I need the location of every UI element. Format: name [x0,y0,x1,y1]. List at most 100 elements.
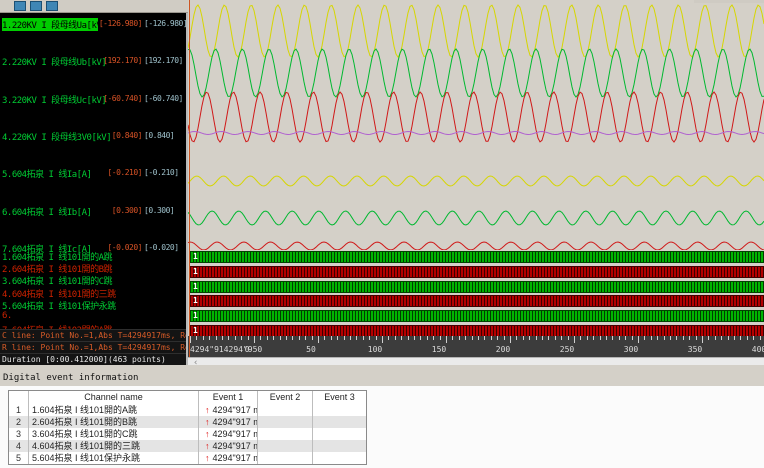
time-axis-ruler: 4294"914294"950 0 50 100 150 200 250 300 350 400 [188,336,764,357]
event1-time: 4294"917 ms [212,417,258,427]
ruler-tick [759,336,761,340]
cursor-value-r: [-0.210] [144,168,179,178]
ruler-time-label: 250 [559,345,575,354]
digital-channel-bar: 1 [190,310,764,323]
toolbar-button-icon[interactable] [46,1,58,11]
ruler-tick [426,336,428,340]
digital-channel-label[interactable]: 6. [2,311,186,322]
event-channel-name: 2.604拓泉 I 线101開的B跳 [29,416,199,428]
ruler-cursor-time-label: 4294"914294"950 [190,345,263,354]
cursor-value-r: [-126.980] [144,19,186,28]
ruler-tick [414,336,415,340]
ruler-time-label: 300 [623,345,639,354]
analog-channel-row[interactable]: 5.604拓泉 I 线Ia[A] [-0.210] [-0.210] [2,167,186,180]
c-cursor-line[interactable] [189,0,190,357]
ruler-tick [740,336,742,340]
duration-status: Duration [0:00.412000](463 points) [0,353,186,365]
ruler-tick [689,336,691,340]
analog-channel-row[interactable]: 3.220KV I 段母线Uc[kV] [-60.740] [-60.740] [2,93,186,106]
toolbar-button-icon[interactable] [14,1,26,11]
ruler-tick [548,336,550,340]
ruler-tick [484,336,486,340]
digital-channel-label[interactable]: 1.604拓泉 I 线101開的A跳 [2,250,186,263]
event3-cell [313,452,366,464]
row-number: 5 [9,452,29,464]
event1-cell: ↑4294"917 ms [199,416,258,428]
ruler-tick [215,336,217,340]
ruler-tick [638,336,639,343]
row-number: 3 [9,428,29,440]
ruler-tick [407,336,409,340]
ruler-tick [574,336,575,343]
event-table-header-cell: Event 3 [324,392,355,402]
ruler-tick [196,336,198,340]
analog-channel-row[interactable]: 1.220KV I 段母线Ua[kV] [-126.980] [-126.980] [2,18,186,31]
event-table-row[interactable]: 44.604拓泉 I 线101開的三跳↑4294"917 ms [9,440,366,452]
ruler-tick [375,336,377,340]
analog-channel-row[interactable]: 6.604拓泉 I 线Ib[A] [0.300] [0.300] [2,205,186,218]
analog-waveform-canvas [188,4,764,250]
ruler-tick [234,336,236,340]
ruler-time-label: 200 [495,345,511,354]
toolbar-button-icon[interactable] [30,1,42,11]
ruler-tick [362,336,364,340]
digital-channel-label[interactable]: 2.604拓泉 I 线101開的B跳 [2,262,186,275]
event1-cell: ↑4294"917 ms [199,440,258,452]
event1-time: 4294"917 ms [212,429,258,439]
event2-cell [258,428,313,440]
ruler-tick [260,336,262,340]
panel-divider[interactable] [186,0,188,365]
ruler-tick [292,336,294,340]
ruler-tick [356,336,358,340]
analog-channel-row[interactable]: 2.220KV I 段母线Ub[kV] [192.170] [192.170] [2,55,186,68]
ruler-tick [702,336,703,343]
cursor-value-c: [0.840] [111,130,143,140]
ruler-tick [657,336,659,340]
digital-channel-label[interactable]: 4.604拓泉 I 线101開的三跳 [2,287,186,300]
analog-channel-label: 4.220KV I 段母线3V0[kV] [2,132,112,143]
event2-cell [258,416,313,428]
event-table-row[interactable]: 22.604拓泉 I 线101開的B跳↑4294"917 ms [9,416,366,428]
ruler-tick [279,336,281,340]
rising-edge-arrow-icon: ↑ [205,417,210,427]
waveform-trace [188,4,764,58]
digital-channel-bar: 1 [190,295,764,308]
ruler-tick [337,336,339,340]
ruler-time-label: 350 [687,345,703,354]
ruler-tick [618,336,620,340]
event3-cell [313,416,366,428]
ruler-tick [612,336,614,340]
section-title: Digital event information [3,373,139,383]
ruler-tick [561,336,563,340]
cursor-value-r: [192.170] [144,56,183,66]
event1-cell: ↑4294"917 ms [199,404,258,416]
waveform-trace [188,210,764,226]
digital-channel-label[interactable]: 5.604拓泉 I 线101保护永跳 [2,299,186,312]
event-channel-name: 1.604拓泉 I 线101開的A跳 [29,404,199,416]
cursor-value-c: [-0.210] [107,168,142,178]
ruler-tick [593,336,595,340]
ruler-tick [714,336,716,340]
event-table-row[interactable]: 33.604拓泉 I 线101開的C跳↑4294"917 ms [9,428,366,440]
event-channel-name: 5.604拓泉 I 线101保护永跳 [29,452,199,464]
cursor-value-c: [-60.740] [103,93,142,103]
digital-channel-label[interactable]: 3.604拓泉 I 线101開的C跳 [2,274,186,287]
ruler-time-label: 0 [244,345,250,354]
event-table-panel: Channel name Event 1 Event 2 Event 3 1 1.604拓… [0,386,764,468]
ruler-tick [241,336,243,340]
ruler-tick [465,336,467,340]
cursor-value-c: [0.300] [111,205,143,215]
cursor-value-r: [-60.740] [144,93,183,103]
ruler-tick [753,336,755,340]
toolbar [0,0,188,13]
event2-cell [258,404,313,416]
event1-cell: ↑4294"917 ms [199,428,258,440]
ruler-tick [497,336,499,340]
rising-edge-arrow-icon: ↑ [205,405,210,415]
analog-channel-row[interactable]: 4.220KV I 段母线3V0[kV] [0.840] [0.840] [2,130,186,143]
event-table-row[interactable]: 11.604拓泉 I 线101開的A跳↑4294"917 ms [9,404,366,416]
event-table-header-cell: Event 1 [199,391,258,404]
ruler-tick [433,336,435,340]
event3-cell [313,428,366,440]
event-table-row[interactable]: 55.604拓泉 I 线101保护永跳↑4294"917 ms [9,452,366,464]
